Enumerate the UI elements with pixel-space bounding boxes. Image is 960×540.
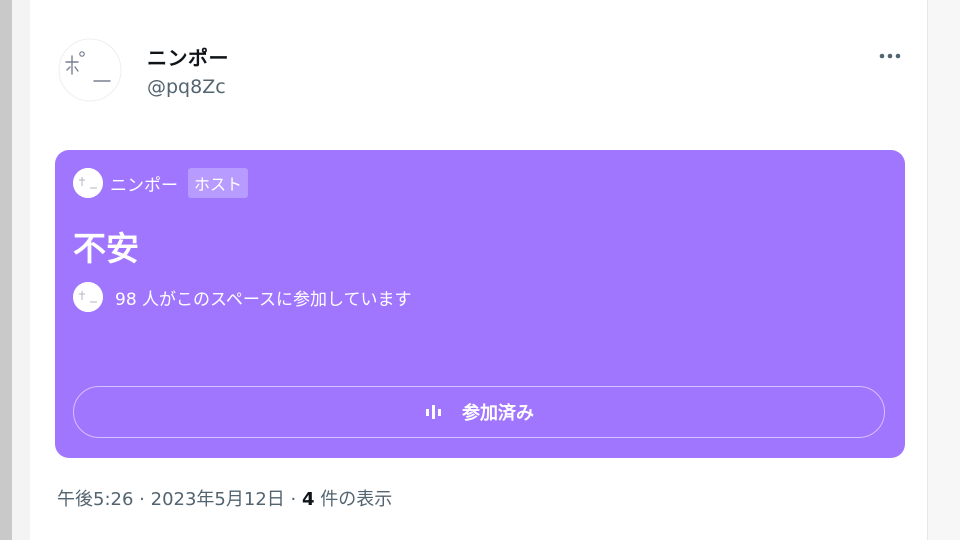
host-avatar-icon xyxy=(73,168,103,198)
audio-bars-icon xyxy=(426,405,441,419)
tweet-time[interactable]: 午後5:26 xyxy=(57,489,133,510)
avatar-handwriting-icon xyxy=(58,38,122,102)
space-title: 不安 xyxy=(73,229,139,268)
user-handle[interactable]: @pq8Zc xyxy=(147,76,226,98)
tweet-date[interactable]: 2023年5月12日 xyxy=(151,489,285,510)
joined-button-label: 参加済み xyxy=(462,403,534,424)
tweet: ニンポー @pq8Zc ニンポー ホスト 不安 98 人がこのスペースに参加して… xyxy=(30,0,927,540)
display-name[interactable]: ニンポー xyxy=(147,42,229,71)
joined-button[interactable]: 参加済み xyxy=(73,386,885,438)
views-label: 件の表示 xyxy=(320,489,393,510)
listener-row: 98 人がこのスペースに参加しています xyxy=(73,282,412,312)
avatar[interactable] xyxy=(58,38,122,102)
views-link[interactable]: 4 件の表示 xyxy=(302,489,392,510)
listener-avatar-icon xyxy=(73,282,103,312)
host-name: ニンポー xyxy=(110,175,178,196)
more-options-button[interactable] xyxy=(870,42,910,70)
views-count: 4 xyxy=(302,489,315,510)
right-gutter xyxy=(927,0,960,540)
host-badge: ホスト xyxy=(188,168,249,198)
meta-separator: · xyxy=(290,489,297,510)
space-card[interactable]: ニンポー ホスト 不安 98 人がこのスペースに参加しています 参加済み xyxy=(55,150,905,458)
host-row: ニンポー ホスト xyxy=(73,168,249,198)
meta-separator: · xyxy=(139,489,145,510)
tweet-meta: 午後5:26 · 2023年5月12日 · 4 件の表示 xyxy=(57,485,392,511)
left-gutter xyxy=(12,0,30,540)
listener-count-text: 98 人がこのスペースに参加しています xyxy=(115,289,412,310)
ellipsis-icon xyxy=(879,53,901,59)
left-scroll-rail xyxy=(0,0,12,540)
page: ニンポー @pq8Zc ニンポー ホスト 不安 98 人がこのスペースに参加して… xyxy=(0,0,960,540)
